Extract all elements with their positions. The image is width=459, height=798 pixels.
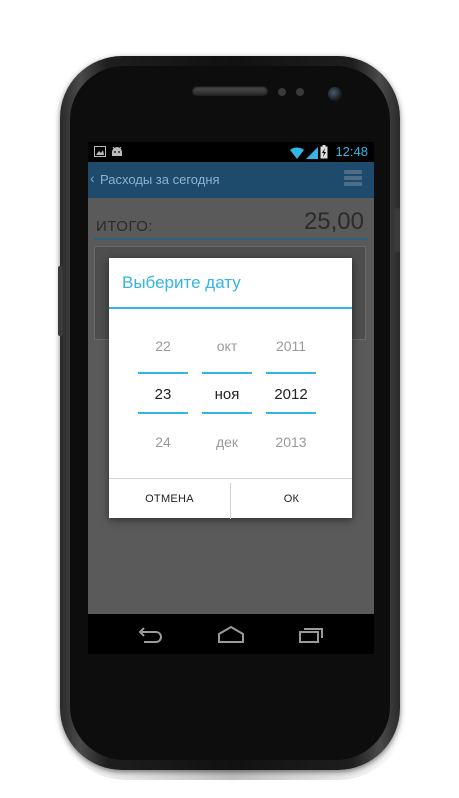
day-divider-top xyxy=(138,372,188,374)
android-icon xyxy=(112,146,122,156)
navigation-bar xyxy=(88,614,374,654)
date-picker-dialog: Выберите дату 22 23 24 окт ноя дек 2011 … xyxy=(109,258,352,519)
total-divider xyxy=(94,238,368,240)
wifi-icon xyxy=(290,147,304,159)
home-icon[interactable] xyxy=(216,624,246,644)
cancel-button[interactable]: ОТМЕНА xyxy=(109,479,230,519)
day-divider-bottom xyxy=(138,412,188,414)
dialog-button-bar: ОТМЕНА ОК xyxy=(109,478,352,519)
total-value: 25,00 xyxy=(303,208,364,235)
signal-icon xyxy=(306,147,318,159)
screen-title[interactable]: Расходы за сегодня xyxy=(100,172,220,187)
power-button xyxy=(58,266,63,336)
month-prev[interactable]: окт xyxy=(202,338,252,354)
light-sensor xyxy=(296,88,304,96)
battery-charging-icon xyxy=(320,145,328,159)
year-prev[interactable]: 2011 xyxy=(266,338,316,354)
proximity-sensor xyxy=(278,88,286,96)
status-bar: 12:48 xyxy=(88,142,374,162)
front-camera xyxy=(328,87,342,101)
back-icon[interactable] xyxy=(134,624,164,644)
status-icons xyxy=(290,145,328,159)
screen: 12:48 ‹ Расходы за сегодня ИТОГО: 25,00 … xyxy=(88,142,374,654)
back-caret-icon[interactable]: ‹ xyxy=(90,170,95,186)
menu-icon[interactable] xyxy=(344,170,362,188)
dialog-title-divider xyxy=(109,307,352,309)
total-label: ИТОГО: xyxy=(96,218,154,235)
volume-button xyxy=(394,208,400,252)
day-next[interactable]: 24 xyxy=(138,434,188,450)
year-divider-bottom xyxy=(266,412,316,414)
image-icon xyxy=(94,146,106,157)
year-divider-top xyxy=(266,372,316,374)
month-selected[interactable]: ноя xyxy=(202,386,252,403)
month-next[interactable]: дек xyxy=(202,434,252,450)
clock: 12:48 xyxy=(335,144,368,159)
year-selected[interactable]: 2012 xyxy=(266,386,316,403)
day-prev[interactable]: 22 xyxy=(138,338,188,354)
ok-button[interactable]: ОК xyxy=(231,479,352,519)
month-divider-top xyxy=(202,372,252,374)
action-bar: ‹ Расходы за сегодня xyxy=(88,162,374,198)
earpiece-speaker xyxy=(192,86,268,96)
year-next[interactable]: 2013 xyxy=(266,434,316,450)
month-divider-bottom xyxy=(202,412,252,414)
recents-icon[interactable] xyxy=(296,624,326,644)
day-selected[interactable]: 23 xyxy=(138,386,188,403)
dialog-title: Выберите дату xyxy=(122,273,241,292)
